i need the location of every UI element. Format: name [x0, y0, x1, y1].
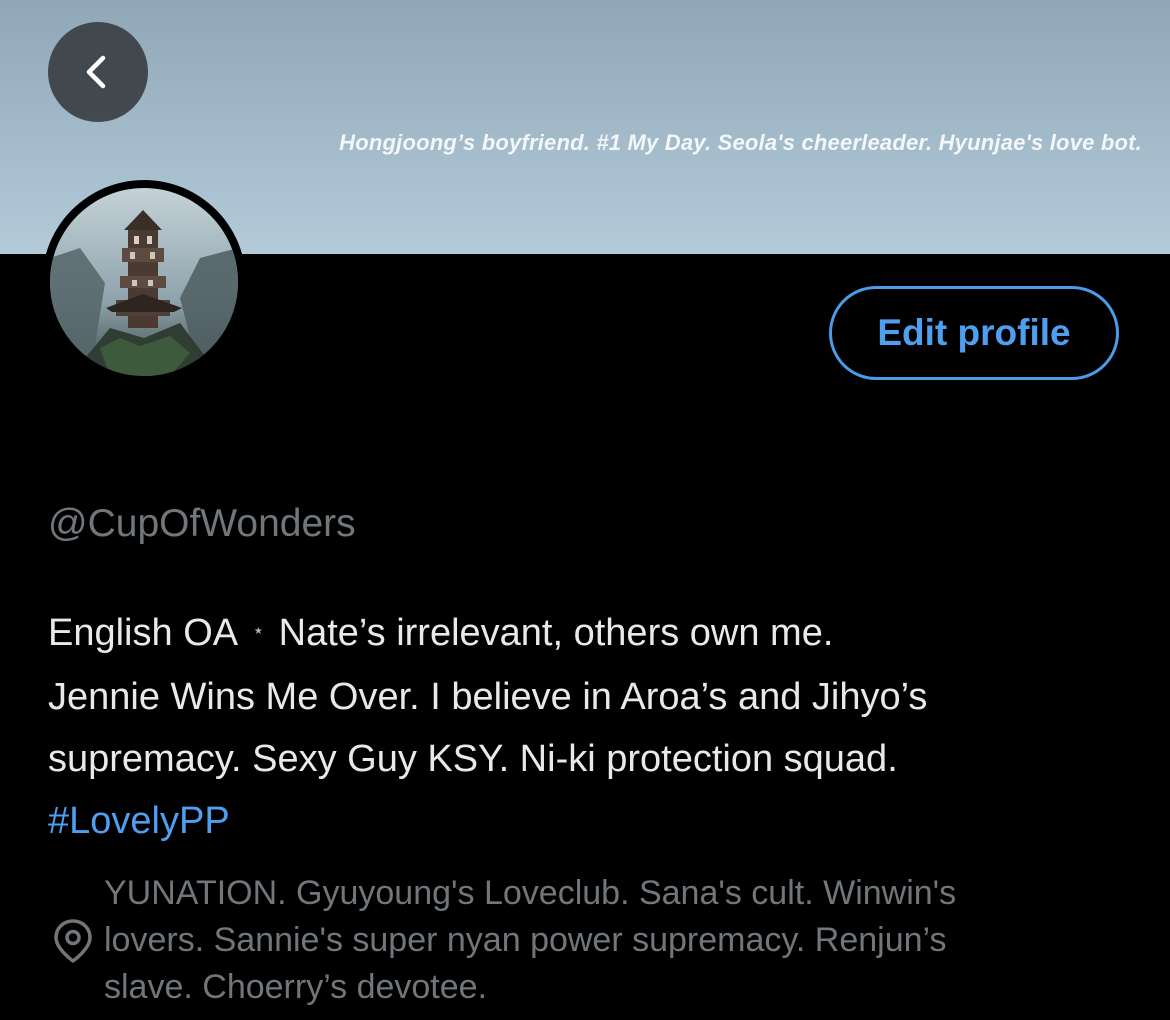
- back-button[interactable]: [48, 22, 148, 122]
- location-line: YUNATION. Gyuyoung's Loveclub. Sana's cu…: [104, 874, 957, 912]
- location-pin-icon: [54, 919, 92, 963]
- bio-text: Nate’s irrelevant, others own me.: [278, 612, 834, 654]
- hashtag-link[interactable]: #LovelyPP: [48, 800, 230, 842]
- bio-line: English OA ⋆ Nate’s irrelevant, others own…: [48, 602, 1138, 666]
- avatar-house-image: [50, 188, 238, 376]
- profile-handle: @CupOfWonders: [48, 502, 356, 545]
- location-line: lovers. Sannie's super nyan power suprem…: [104, 921, 947, 959]
- edit-profile-button[interactable]: Edit profile: [829, 286, 1119, 380]
- avatar[interactable]: [42, 180, 246, 384]
- star-separator-icon: ⋆: [252, 619, 265, 642]
- profile-bio: English OA ⋆ Nate’s irrelevant, others own…: [48, 602, 1138, 852]
- bio-line: Jennie Wins Me Over. I believe in Aroa’s…: [48, 675, 928, 718]
- profile-location: YUNATION. Gyuyoung's Loveclub. Sana's cu…: [104, 870, 1144, 1011]
- chevron-left-icon: [86, 55, 106, 89]
- banner-tagline: Hongjoong’s boyfriend. #1 My Day. Seola'…: [339, 130, 1142, 155]
- location-line: slave. Choerry’s devotee.: [104, 968, 488, 1006]
- bio-text: English OA: [48, 612, 239, 654]
- bio-line: #LovelyPP: [48, 790, 1138, 852]
- bio-line: supremacy. Sexy Guy KSY. Ni-ki protectio…: [48, 737, 898, 780]
